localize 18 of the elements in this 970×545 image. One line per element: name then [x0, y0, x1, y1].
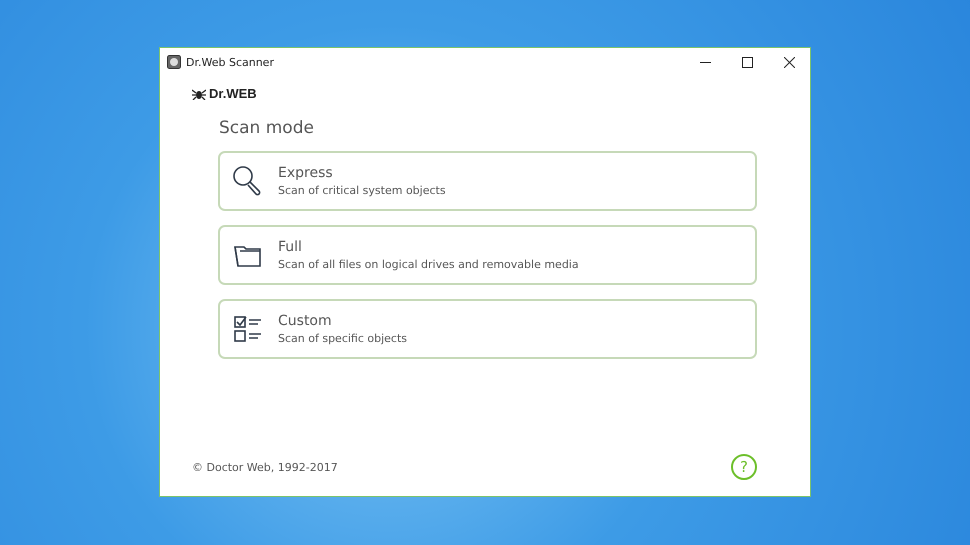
- close-icon: [784, 56, 794, 68]
- mode-title: Full: [278, 239, 303, 255]
- mode-title: Custom: [278, 313, 333, 329]
- mode-title: Express: [278, 165, 334, 181]
- maximize-icon: [742, 56, 752, 68]
- spider-logo-icon: [192, 88, 206, 100]
- mode-description: Scan of critical system objects: [278, 184, 446, 197]
- scan-mode-option[interactable]: Express Scan of critical system objects: [218, 151, 757, 211]
- app-icon: [167, 55, 181, 69]
- mode-description: Scan of all files on logical drives and removable media: [278, 258, 579, 271]
- mode-description: Scan of specific objects: [278, 332, 408, 345]
- window-title: Dr.Web Scanner: [186, 56, 275, 68]
- checklist-icon: [232, 313, 264, 345]
- scan-mode-option[interactable]: Custom Scan of specific objects: [218, 299, 757, 359]
- copyright-text: © Doctor Web, 1992-2017: [192, 460, 338, 474]
- scan-mode-option[interactable]: Full Scan of all files on logical drives and removable media: [218, 225, 757, 285]
- section-heading: Scan mode: [219, 118, 315, 138]
- logo-text: Dr.WEB: [209, 86, 257, 101]
